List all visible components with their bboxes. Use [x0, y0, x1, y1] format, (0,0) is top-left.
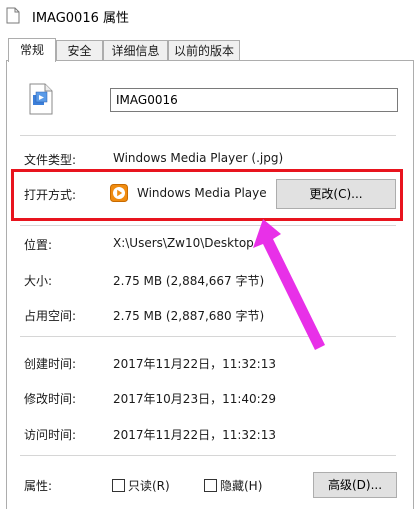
tab-security[interactable]: 安全 [56, 40, 103, 61]
accessed-label: 访问时间: [24, 428, 77, 442]
accessed-value: 2017年11月22日，11:32:13 [113, 428, 276, 442]
title-bar: IMAG0016 属性 [0, 0, 419, 30]
divider [20, 336, 396, 337]
divider [20, 225, 396, 226]
document-icon [6, 7, 20, 24]
readonly-label[interactable]: 只读(R) [128, 477, 170, 494]
media-player-icon [110, 184, 128, 202]
open-with-label: 打开方式: [24, 188, 77, 202]
size-value: 2.75 MB (2,884,667 字节) [113, 274, 265, 288]
change-button[interactable]: 更改(C)... [276, 179, 396, 209]
media-file-icon [29, 83, 53, 115]
location-value: X:\Users\Zw10\Desktop [113, 236, 254, 250]
created-value: 2017年11月22日，11:32:13 [113, 357, 276, 371]
hidden-label[interactable]: 隐藏(H) [220, 477, 262, 494]
hidden-checkbox[interactable] [204, 479, 217, 492]
modified-label: 修改时间: [24, 392, 77, 406]
advanced-button[interactable]: 高级(D)... [313, 472, 397, 498]
attributes-label: 属性: [24, 479, 53, 493]
size-on-disk-label: 占用空间: [24, 309, 77, 323]
tab-previous-versions[interactable]: 以前的版本 [168, 40, 240, 61]
size-label: 大小: [24, 274, 53, 288]
open-with-value: Windows Media Playe [137, 186, 267, 200]
divider [20, 135, 396, 136]
file-type-label: 文件类型: [24, 153, 77, 167]
divider [20, 455, 396, 456]
tab-details[interactable]: 详细信息 [103, 40, 168, 61]
size-on-disk-value: 2.75 MB (2,887,680 字节) [113, 309, 265, 323]
readonly-checkbox[interactable] [112, 479, 125, 492]
window-title: IMAG0016 属性 [32, 11, 130, 26]
location-label: 位置: [24, 238, 53, 252]
created-label: 创建时间: [24, 357, 77, 371]
modified-value: 2017年10月23日，11:40:29 [113, 392, 276, 406]
tab-general[interactable]: 常规 [8, 38, 56, 62]
file-name-field[interactable] [110, 88, 398, 112]
file-type-value: Windows Media Player (.jpg) [113, 151, 284, 165]
